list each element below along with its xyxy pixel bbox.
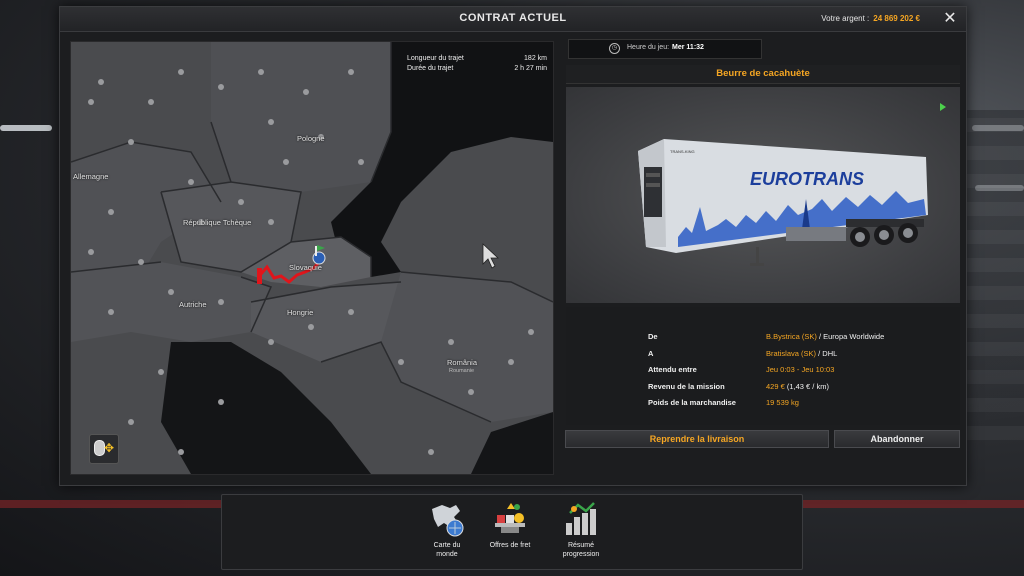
route-length-label: Longueur du trajet — [407, 55, 464, 62]
to-company: / DHL — [818, 349, 838, 358]
route-length-value: 182 km — [524, 55, 547, 62]
dock-label-line1: Offres de fret — [489, 542, 531, 549]
close-icon: ✕ — [943, 10, 957, 27]
from-label: De — [648, 332, 658, 341]
close-button[interactable]: ✕ — [940, 9, 960, 29]
country-label: Allemagne — [73, 172, 109, 181]
bottom-dock: Carte du monde Offres de fret Résumé pro… — [221, 494, 803, 570]
freight-offers-icon — [491, 501, 529, 539]
country-label: Autriche — [179, 300, 207, 309]
resume-delivery-button[interactable]: Reprendre la livraison — [565, 430, 829, 448]
weight-label: Poids de la marchandise — [648, 398, 736, 407]
trailer-small-text: TRANS-KING — [670, 149, 695, 154]
dock-progress-summary[interactable]: Résumé progression — [550, 501, 612, 565]
trailer-brand-text: EUROTRANS — [750, 169, 864, 189]
dock-freight-offers[interactable]: Offres de fret — [479, 501, 541, 565]
expected-label: Attendu entre — [648, 365, 697, 374]
trailer-preview: EUROTRANS TRANS-KING — [566, 87, 960, 303]
money-display: Votre argent :24 869 202 € — [821, 14, 920, 23]
revenue-rate: (1,43 € / km) — [786, 382, 829, 391]
from-company: / Europa Worldwide — [818, 332, 885, 341]
dock-label-line2: progression — [562, 551, 600, 558]
next-trailer-arrow-icon[interactable] — [940, 103, 946, 111]
money-label: Votre argent : — [821, 14, 870, 23]
to-city: Bratislava (SK) — [766, 349, 817, 358]
current-contract-window: CONTRAT ACTUEL Votre argent :24 869 202 … — [59, 6, 967, 486]
ceiling-light — [0, 125, 52, 131]
dock-label-line1: Résumé — [567, 542, 595, 549]
route-duration-value: 2 h 27 min — [514, 65, 547, 72]
country-label: Hongrie — [287, 308, 314, 317]
progress-summary-icon — [562, 501, 600, 539]
country-label: România — [447, 358, 478, 367]
contract-details: De B.Bystrica (SK) / Europa Worldwide A … — [566, 307, 960, 425]
game-time-label: Heure du jeu: — [627, 44, 670, 51]
move-arrows-icon: ✥ — [104, 441, 115, 455]
dock-label-line1: Carte du — [433, 542, 461, 549]
from-city: B.Bystrica (SK) — [766, 332, 817, 341]
country-sublabel: Roumanie — [449, 368, 475, 374]
money-value: 24 869 202 € — [873, 14, 920, 23]
revenue-value: 429 € — [766, 382, 785, 391]
weight-value: 19 539 kg — [766, 398, 799, 407]
world-map-icon — [428, 501, 466, 539]
country-label: Slovaquie — [289, 263, 322, 272]
game-time-bar: ◷ Heure du jeu: Mer 11:32 — [568, 39, 762, 59]
dock-label-line2: monde — [436, 551, 458, 558]
revenue-label: Revenu de la mission — [648, 382, 725, 391]
clock-icon: ◷ — [609, 43, 620, 54]
country-label: Pologne — [297, 134, 325, 143]
to-label: A — [648, 349, 654, 358]
expected-value: Jeu 0:03 - Jeu 10:03 — [766, 365, 835, 374]
route-info: Longueur du trajet 182 km Durée du trajet… — [407, 54, 547, 74]
title-bar: CONTRAT ACTUEL Votre argent :24 869 202 … — [60, 7, 966, 32]
route-duration-label: Durée du trajet — [407, 65, 454, 72]
dock-world-map[interactable]: Carte du monde — [416, 501, 478, 565]
route-map[interactable]: Allemagne Pologne République Tchèque Slo… — [70, 41, 554, 475]
game-time-value: Mer 11:32 — [672, 44, 704, 51]
abandon-button[interactable]: Abandonner — [834, 430, 960, 448]
country-label: République Tchèque — [183, 218, 252, 227]
map-drag-control[interactable]: ✥ — [89, 434, 119, 464]
cargo-name: Beurre de cacahuète — [566, 65, 960, 84]
map-graphic — [71, 42, 553, 474]
trailer-image: EUROTRANS TRANS-KING — [638, 139, 928, 266]
